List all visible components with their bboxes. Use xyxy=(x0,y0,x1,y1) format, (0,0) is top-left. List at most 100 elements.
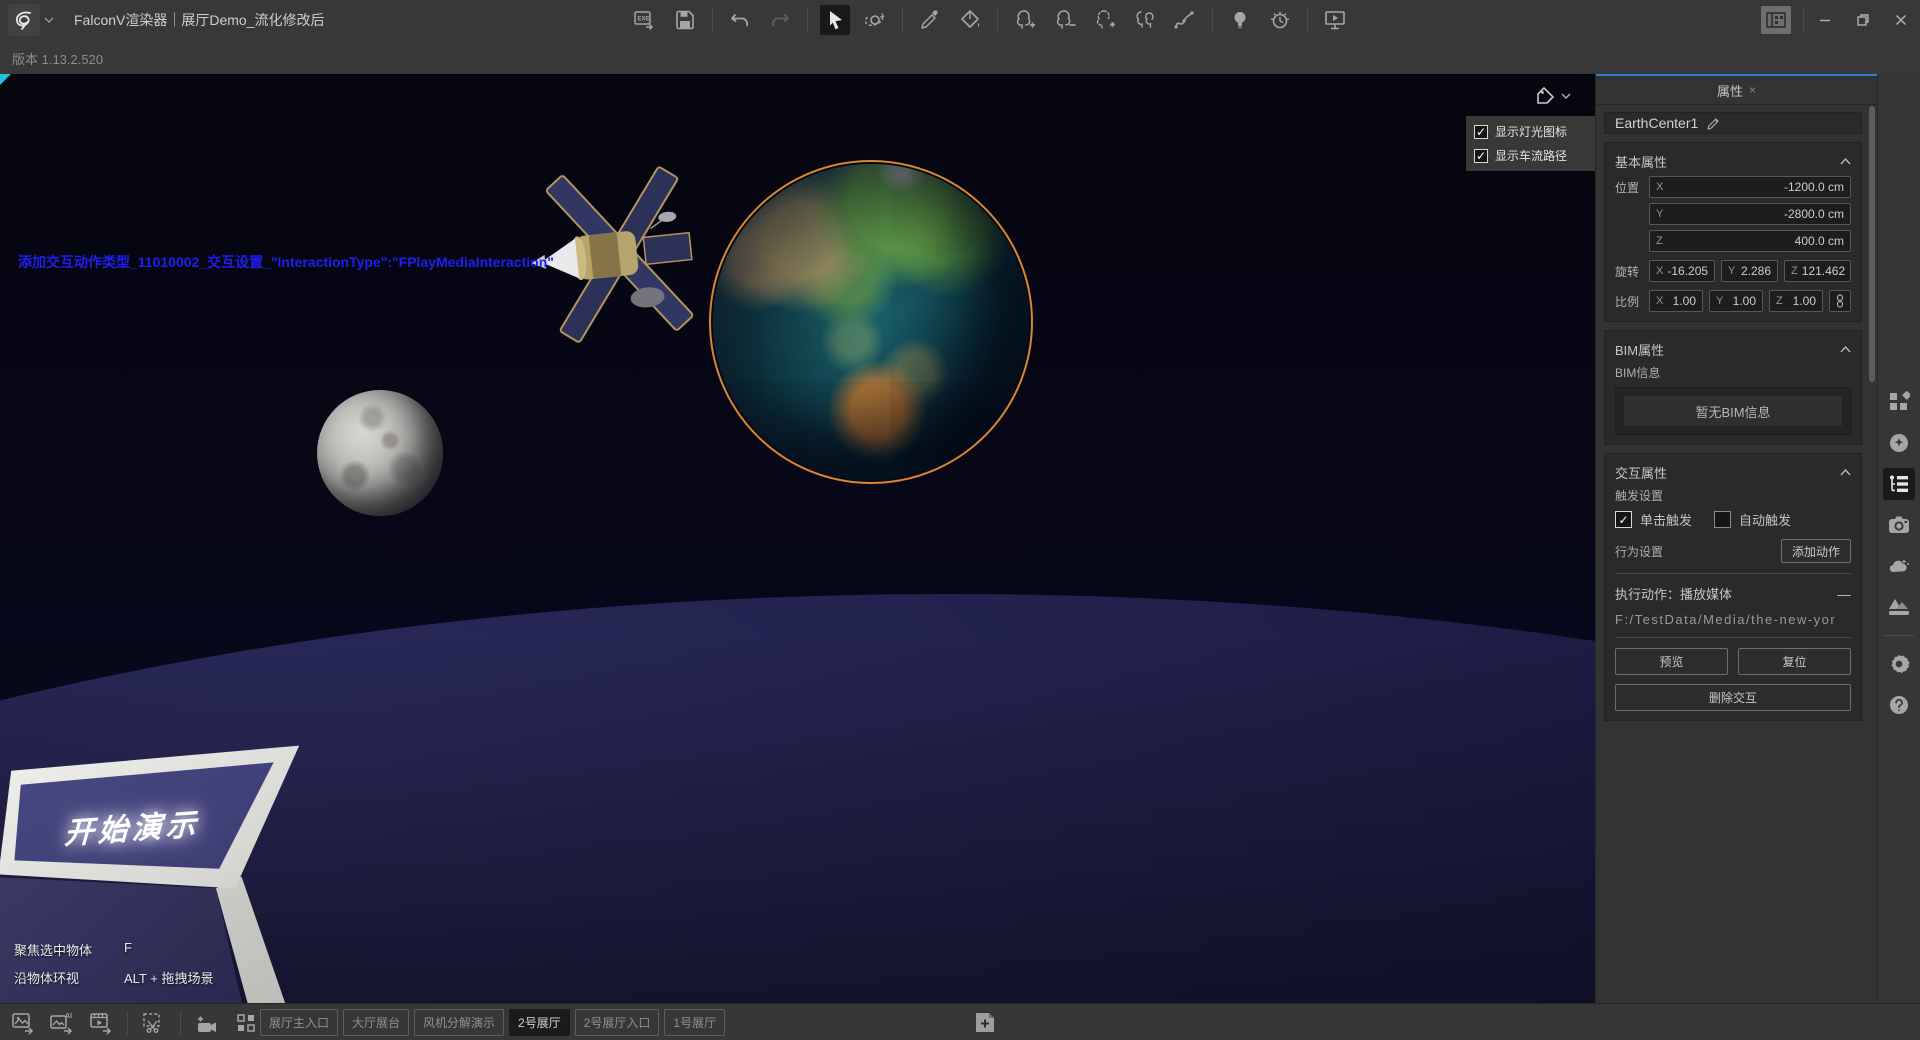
add-viewpoint-button[interactable] xyxy=(973,1011,997,1034)
panel-scrollbar[interactable] xyxy=(1869,106,1875,994)
eyedropper-tool-button[interactable] xyxy=(915,5,945,35)
present-screen-button[interactable] xyxy=(1320,5,1350,35)
rotation-x-field[interactable]: X -16.205 xyxy=(1649,260,1715,282)
field-value: -1200.0 cm xyxy=(1667,180,1844,194)
tab-viewpoint-1[interactable]: 大厅展台 xyxy=(343,1009,409,1036)
checkbox-checked-icon[interactable] xyxy=(1474,125,1488,139)
axis-label: Z xyxy=(1791,265,1798,277)
window-controls xyxy=(1761,0,1920,40)
select-tool-button[interactable] xyxy=(820,5,850,35)
scale-z-field[interactable]: Z 1.00 xyxy=(1769,290,1823,312)
shortcut-hints: 聚焦选中物体 F 沿物体环视 ALT + 拖拽场景 xyxy=(14,940,213,987)
delete-interaction-button[interactable]: 删除交互 xyxy=(1615,684,1851,711)
checkbox-checked-icon[interactable] xyxy=(1474,149,1488,163)
field-value: -16.205 xyxy=(1667,264,1708,278)
redo-button[interactable] xyxy=(765,5,795,35)
rename-pencil-icon[interactable] xyxy=(1706,116,1721,131)
orbit-tool-button[interactable] xyxy=(860,5,890,35)
foliage-add-tool-button[interactable] xyxy=(1010,5,1040,35)
rotation-y-field[interactable]: Y 2.286 xyxy=(1721,260,1778,282)
save-button[interactable] xyxy=(670,5,700,35)
toolbar-separator xyxy=(807,8,808,32)
chevron-down-icon xyxy=(44,17,54,23)
collapse-chevron-icon[interactable] xyxy=(1840,469,1851,476)
option-show-traffic-paths[interactable]: 显示车流路径 xyxy=(1474,147,1594,164)
crop-capture-button[interactable] xyxy=(139,1008,169,1038)
toolbar-separator xyxy=(997,8,998,32)
foliage-select-add-tool-button[interactable] xyxy=(1090,5,1120,35)
minimize-button[interactable] xyxy=(1806,0,1844,40)
tab-viewpoint-4[interactable]: 2号展厅入口 xyxy=(575,1009,660,1036)
spline-path-tool-button[interactable] xyxy=(1170,5,1200,35)
sequencer-tool-button[interactable] xyxy=(1265,5,1295,35)
scale-link-toggle[interactable] xyxy=(1829,290,1851,312)
rotation-z-field[interactable]: Z 121.462 xyxy=(1784,260,1851,282)
strip-separator xyxy=(1884,635,1914,636)
section-title: 交互属性 xyxy=(1615,463,1667,482)
titlebar: FalconV渲染器｜展厅Demo_流化修改后 EXE xyxy=(0,0,1920,41)
export-image-ai-button[interactable]: AI xyxy=(47,1008,77,1038)
preview-button[interactable]: 预览 xyxy=(1615,648,1728,675)
field-value: 1.00 xyxy=(1787,294,1816,308)
export-exe-button[interactable]: EXE xyxy=(630,5,660,35)
viewport-corner-marker xyxy=(0,74,11,85)
position-y-field[interactable]: Y -2800.0 cm xyxy=(1649,203,1851,225)
bim-info-box: 暂无BIM信息 xyxy=(1615,387,1851,435)
material-sphere-button[interactable] xyxy=(1883,427,1915,459)
axis-label: Y xyxy=(1716,295,1723,307)
panel-tabbar: 属性 × xyxy=(1596,76,1877,105)
position-z-field[interactable]: Z 400.0 cm xyxy=(1649,230,1851,252)
tab-viewpoint-0[interactable]: 展厅主入口 xyxy=(260,1009,338,1036)
section-title: BIM属性 xyxy=(1615,340,1664,359)
option-show-light-icons[interactable]: 显示灯光图标 xyxy=(1474,123,1594,140)
divider xyxy=(1615,637,1851,638)
scale-y-field[interactable]: Y 1.00 xyxy=(1709,290,1763,312)
position-x-field[interactable]: X -1200.0 cm xyxy=(1649,176,1851,198)
export-video-button[interactable] xyxy=(86,1008,116,1038)
tab-viewpoint-2[interactable]: 风机分解演示 xyxy=(414,1009,504,1036)
layout-panels-button[interactable] xyxy=(1761,6,1791,34)
foliage-paint-tool-button[interactable] xyxy=(1130,5,1160,35)
collapse-chevron-icon[interactable] xyxy=(1840,346,1851,353)
scale-x-field[interactable]: X 1.00 xyxy=(1649,290,1703,312)
tab-close-icon[interactable]: × xyxy=(1749,83,1756,97)
interaction-annotation: 添加交互动作类型_11010002_交互设置_"InteractionType"… xyxy=(18,252,554,272)
terrain-button[interactable] xyxy=(1883,591,1915,623)
collapse-chevron-icon[interactable] xyxy=(1840,158,1851,165)
viewport-3d[interactable]: 开始演示 添加交互动作类型_11010002_交互设置_"Interaction… xyxy=(0,74,1595,1003)
tab-properties[interactable]: 属性 xyxy=(1717,81,1743,100)
help-button[interactable] xyxy=(1883,689,1915,721)
reset-button[interactable]: 复位 xyxy=(1738,648,1851,675)
display-options-button[interactable] xyxy=(1536,86,1571,106)
undo-button[interactable] xyxy=(725,5,755,35)
viewpoint-grid-button[interactable] xyxy=(231,1008,261,1038)
bim-info-label: BIM信息 xyxy=(1615,364,1851,381)
outliner-properties-button[interactable] xyxy=(1883,468,1915,500)
add-camera-button[interactable] xyxy=(192,1008,222,1038)
app-menu-button[interactable] xyxy=(8,4,60,36)
camera-button[interactable] xyxy=(1883,509,1915,541)
add-action-button[interactable]: 添加动作 xyxy=(1781,539,1851,563)
settings-button[interactable] xyxy=(1883,648,1915,680)
close-button[interactable] xyxy=(1882,0,1920,40)
app-window: FalconV渲染器｜展厅Demo_流化修改后 EXE xyxy=(0,0,1920,1040)
tab-viewpoint-5[interactable]: 1号展厅 xyxy=(664,1009,725,1036)
click-trigger-checkbox[interactable] xyxy=(1615,511,1632,528)
tab-viewpoint-3[interactable]: 2号展厅 xyxy=(509,1009,570,1036)
paint-bucket-tool-button[interactable] xyxy=(955,5,985,35)
restore-button[interactable] xyxy=(1844,0,1882,40)
weather-environment-button[interactable] xyxy=(1883,550,1915,582)
version-strip: 版本 1.13.2.520 xyxy=(0,40,1920,75)
action-media-path: F:/TestData/Media/the-new-yor xyxy=(1615,612,1851,627)
auto-trigger-checkbox[interactable] xyxy=(1714,511,1731,528)
axis-label: Y xyxy=(1656,208,1663,220)
export-image-button[interactable] xyxy=(8,1008,38,1038)
scene-earth[interactable] xyxy=(713,164,1029,480)
assets-library-button[interactable] xyxy=(1883,386,1915,418)
version-label: 版本 1.13.2.520 xyxy=(12,49,103,68)
scrollbar-thumb[interactable] xyxy=(1869,106,1875,382)
scene-moon[interactable] xyxy=(317,390,443,516)
remove-action-button[interactable]: — xyxy=(1837,586,1851,602)
light-tool-button[interactable] xyxy=(1225,5,1255,35)
foliage-remove-tool-button[interactable] xyxy=(1050,5,1080,35)
